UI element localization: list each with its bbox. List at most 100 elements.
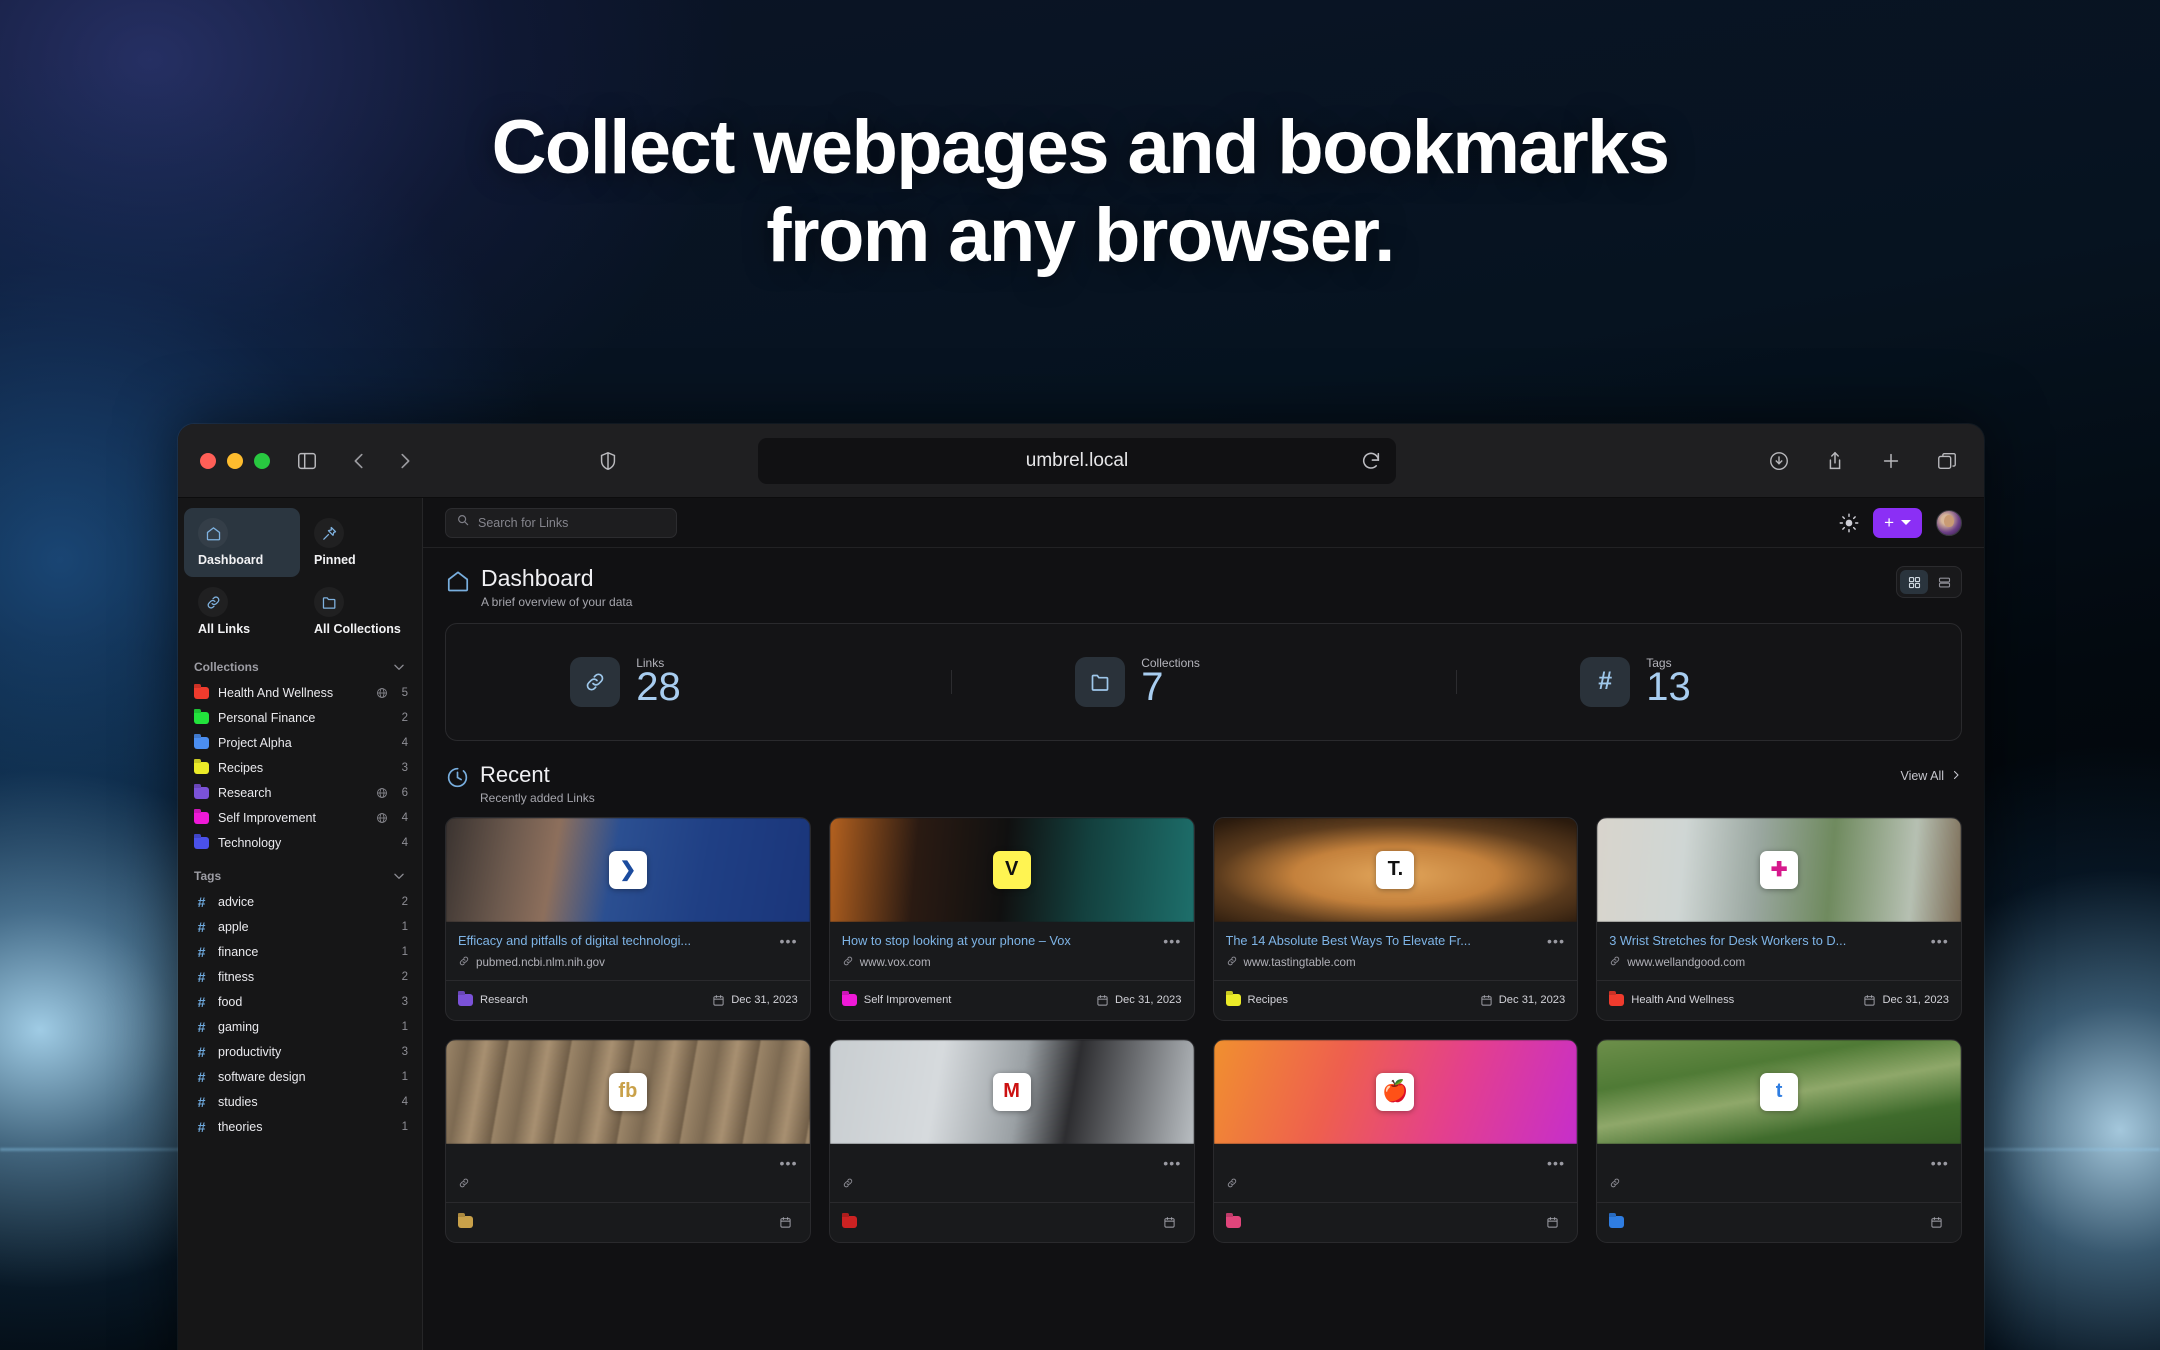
link-title[interactable]: How to stop looking at your phone – Vox: [842, 933, 1157, 948]
tag-row[interactable]: # food 3: [178, 989, 422, 1014]
link-collection[interactable]: Self Improvement: [841, 994, 951, 1007]
collections-section-header[interactable]: Collections: [178, 646, 422, 680]
link-more-menu-icon[interactable]: •••: [1163, 933, 1181, 948]
chevron-down-icon[interactable]: [392, 660, 406, 674]
collection-row[interactable]: Recipes 3: [178, 755, 422, 780]
link-card[interactable]: M •••: [828, 1038, 1195, 1243]
link-thumbnail[interactable]: fb: [446, 1039, 810, 1144]
maximize-window-button[interactable]: [254, 452, 270, 469]
link-collection[interactable]: [1225, 1216, 1248, 1229]
folder-icon: [194, 736, 209, 749]
reload-icon[interactable]: [1360, 450, 1382, 472]
search-input[interactable]: [478, 515, 666, 530]
link-icon: [842, 955, 854, 970]
link-thumbnail[interactable]: 🍎: [1213, 1039, 1578, 1144]
tab-overview-icon[interactable]: [1932, 446, 1962, 476]
link-more-menu-icon[interactable]: •••: [779, 933, 797, 948]
link-more-menu-icon[interactable]: •••: [1163, 1155, 1181, 1170]
link-title-row: How to stop looking at your phone – Vox •…: [842, 933, 1182, 948]
collection-row[interactable]: Research 6: [178, 780, 422, 805]
tags-list: # advice 2 # apple 1 # finance 1 # fitness 2 # food 3 #…: [178, 889, 422, 1139]
new-tab-plus-icon[interactable]: [1876, 446, 1906, 476]
link-title[interactable]: The 14 Absolute Best Ways To Elevate Fr.…: [1226, 933, 1541, 948]
download-icon[interactable]: [1764, 446, 1794, 476]
link-card[interactable]: ✚ 3 Wrist Stretches for Desk Workers to D…: [1596, 816, 1962, 1021]
link-title[interactable]: Efficacy and pitfalls of digital technol…: [458, 933, 773, 948]
grid-view-button[interactable]: [1900, 570, 1928, 594]
link-thumbnail[interactable]: ❯: [446, 817, 810, 922]
tag-row[interactable]: # software design 1: [178, 1064, 422, 1089]
link-title-row: •••: [458, 1155, 798, 1170]
link-card[interactable]: ❯ Efficacy and pitfalls of digital techno…: [445, 816, 811, 1021]
address-bar[interactable]: umbrel.local: [758, 437, 1396, 484]
tag-row[interactable]: # fitness 2: [178, 964, 422, 989]
link-card-footer: [829, 1201, 1194, 1234]
link-title[interactable]: 3 Wrist Stretches for Desk Workers to D.…: [1609, 933, 1924, 948]
link-collection[interactable]: Health And Wellness: [1609, 994, 1734, 1007]
close-window-button[interactable]: [200, 452, 216, 469]
add-new-button[interactable]: +: [1873, 507, 1922, 538]
link-card[interactable]: V How to stop looking at your phone – Vox…: [828, 816, 1195, 1021]
globe-icon: [376, 812, 388, 824]
link-url-row: [1609, 1177, 1949, 1192]
sidebar-item-dashboard[interactable]: Dashboard: [184, 508, 300, 577]
tag-row[interactable]: # studies 4: [178, 1089, 422, 1114]
avatar[interactable]: [1936, 509, 1962, 536]
link-thumbnail[interactable]: ✚: [1597, 817, 1961, 922]
collection-row[interactable]: Project Alpha 4: [178, 730, 422, 755]
link-thumbnail[interactable]: M: [829, 1039, 1194, 1144]
tag-count: 1: [401, 945, 408, 958]
window-traffic-lights: [200, 452, 270, 469]
tag-row[interactable]: # productivity 3: [178, 1039, 422, 1064]
link-thumbnail[interactable]: t: [1597, 1039, 1961, 1144]
link-collection[interactable]: Research: [458, 994, 528, 1007]
shield-icon[interactable]: [593, 446, 623, 476]
link-card[interactable]: fb •••: [445, 1038, 811, 1243]
sun-icon[interactable]: [1839, 513, 1859, 533]
sidebar-item-all-links[interactable]: All Links: [184, 577, 300, 646]
tag-row[interactable]: # finance 1: [178, 939, 422, 964]
collection-row[interactable]: Personal Finance 2: [178, 705, 422, 730]
collection-row[interactable]: Self Improvement 4: [178, 805, 422, 830]
tag-row[interactable]: # apple 1: [178, 914, 422, 939]
collection-count: 6: [401, 786, 408, 799]
link-url-row: [842, 1177, 1182, 1192]
recent-header: Recent Recently added Links View All: [445, 763, 1962, 805]
view-all-link[interactable]: View All: [1900, 769, 1962, 784]
sidebar-item-pinned[interactable]: Pinned: [300, 508, 416, 577]
back-arrow-icon[interactable]: [344, 446, 374, 476]
link-collection[interactable]: [458, 1216, 480, 1229]
search-box[interactable]: [445, 507, 677, 538]
forward-arrow-icon[interactable]: [390, 446, 420, 476]
minimize-window-button[interactable]: [227, 452, 243, 469]
link-card[interactable]: 🍎 •••: [1212, 1038, 1579, 1243]
link-card[interactable]: t •••: [1596, 1038, 1962, 1243]
list-view-button[interactable]: [1930, 570, 1958, 594]
link-collection[interactable]: Recipes: [1225, 994, 1288, 1007]
link-more-menu-icon[interactable]: •••: [1931, 933, 1949, 948]
link-more-menu-icon[interactable]: •••: [1547, 933, 1565, 948]
tag-row[interactable]: # theories 1: [178, 1114, 422, 1139]
tags-section-header[interactable]: Tags: [178, 855, 422, 889]
chevron-down-icon[interactable]: [392, 869, 406, 883]
link-collection[interactable]: [1609, 1216, 1631, 1229]
share-icon[interactable]: [1820, 446, 1850, 476]
collection-row[interactable]: Technology 4: [178, 830, 422, 855]
link-card[interactable]: T. The 14 Absolute Best Ways To Elevate F…: [1212, 816, 1579, 1021]
link-more-menu-icon[interactable]: •••: [779, 1155, 797, 1170]
sidebar-nav-grid: Dashboard Pinned All Links All Collectio…: [178, 508, 422, 646]
link-collection[interactable]: [841, 1216, 864, 1229]
tag-row[interactable]: # gaming 1: [178, 1014, 422, 1039]
sidebar-toggle-icon[interactable]: [292, 446, 322, 476]
link-card-body: •••: [446, 1144, 810, 1242]
collection-row[interactable]: Health And Wellness 5: [178, 680, 422, 705]
link-more-menu-icon[interactable]: •••: [1547, 1155, 1565, 1170]
chevron-right-icon: [1950, 769, 1962, 784]
collection-name: Project Alpha: [218, 735, 292, 750]
tag-row[interactable]: # advice 2: [178, 889, 422, 914]
page-title-block: Dashboard A brief overview of your data: [481, 566, 632, 609]
sidebar-item-all-collections[interactable]: All Collections: [300, 577, 416, 646]
link-thumbnail[interactable]: V: [829, 817, 1194, 922]
link-thumbnail[interactable]: T.: [1213, 817, 1578, 922]
link-more-menu-icon[interactable]: •••: [1931, 1155, 1949, 1170]
